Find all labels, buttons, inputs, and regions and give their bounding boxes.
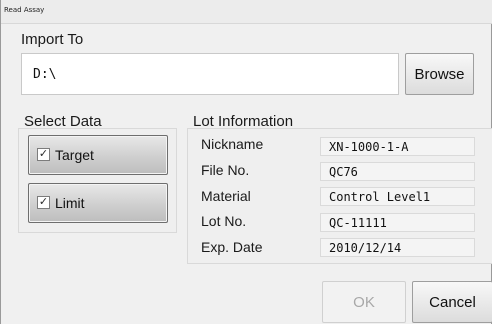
ok-button[interactable]: OK bbox=[322, 281, 406, 323]
limit-label: Limit bbox=[55, 195, 85, 211]
target-toggle-button[interactable]: ✓ Target bbox=[28, 135, 168, 175]
exp-date-label: Exp. Date bbox=[201, 239, 263, 255]
cancel-button[interactable]: Cancel bbox=[412, 281, 492, 323]
nickname-label: Nickname bbox=[201, 136, 264, 152]
exp-date-value: 2010/12/14 bbox=[320, 238, 475, 257]
browse-button[interactable]: Browse bbox=[405, 53, 474, 95]
select-data-label: Select Data bbox=[24, 113, 102, 130]
limit-toggle-button[interactable]: ✓ Limit bbox=[28, 183, 168, 223]
target-label: Target bbox=[55, 147, 94, 163]
import-to-label: Import To bbox=[21, 31, 84, 48]
material-label: Material bbox=[201, 188, 251, 204]
checkbox-checked-icon: ✓ bbox=[37, 148, 50, 161]
material-value: Control Level1 bbox=[320, 187, 475, 206]
lot-no-label: Lot No. bbox=[201, 213, 247, 229]
file-no-label: File No. bbox=[201, 162, 250, 178]
title-bar: Read Assay bbox=[1, 0, 492, 24]
import-path-value: D:\ bbox=[33, 67, 57, 82]
nickname-value: XN-1000-1-A bbox=[320, 137, 475, 156]
import-path-field[interactable]: D:\ bbox=[21, 53, 399, 95]
window-title: Read Assay bbox=[4, 6, 45, 14]
lot-no-value: QC-11111 bbox=[320, 213, 475, 232]
checkbox-checked-icon: ✓ bbox=[37, 196, 50, 209]
lot-information-label: Lot Information bbox=[193, 113, 294, 130]
read-assay-dialog: Read Assay Import To D:\ Browse Select D… bbox=[0, 0, 492, 324]
file-no-value: QC76 bbox=[320, 162, 475, 181]
